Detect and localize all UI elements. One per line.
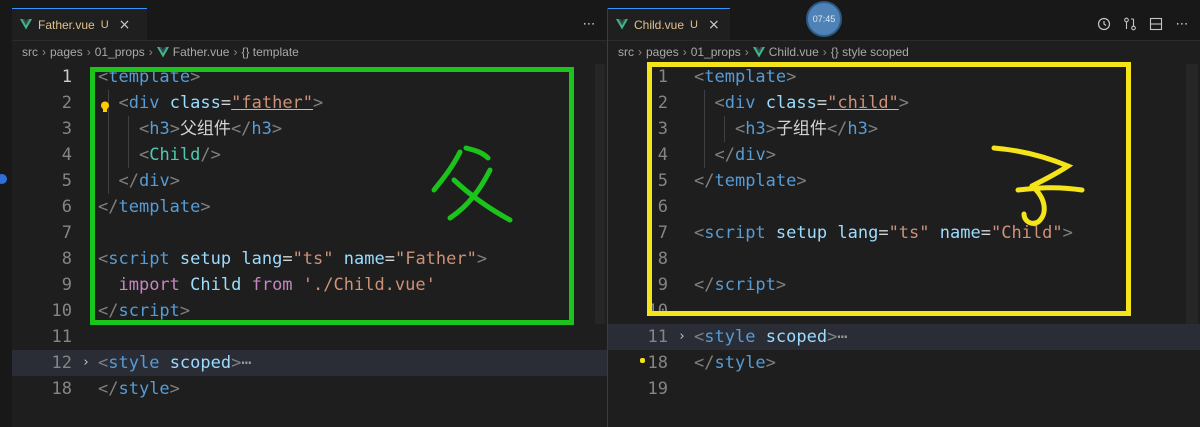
more-actions-icon[interactable]: ⋯ xyxy=(581,16,597,32)
git-status-badge: U xyxy=(690,18,698,31)
chevron-right-icon: › xyxy=(233,45,238,59)
line-number: 11 xyxy=(51,327,72,347)
chevron-right-icon: › xyxy=(42,45,46,59)
fold-chevron-icon[interactable]: › xyxy=(82,350,90,376)
line-number: 18 xyxy=(647,353,668,373)
handwritten-child-annotation: 子 xyxy=(991,145,1085,226)
code-text: <style scoped>⋯ xyxy=(98,353,252,373)
line-number: 1 xyxy=(61,67,72,87)
timeline-icon[interactable] xyxy=(1096,16,1112,32)
code-line[interactable]: 12 › <style scoped>⋯ xyxy=(12,350,607,376)
breadcrumb-item[interactable]: Father.vue xyxy=(156,45,229,59)
chevron-right-icon: › xyxy=(822,45,827,59)
tab-label: Child.vue xyxy=(634,17,685,32)
line-number: 3 xyxy=(61,119,72,139)
code-text: </style> xyxy=(98,379,180,399)
title-bar-strip xyxy=(0,0,1200,8)
tab-label: Father.vue xyxy=(38,17,95,32)
notification-dot-icon xyxy=(0,174,7,184)
line-number: 8 xyxy=(61,249,72,269)
line-number: 6 xyxy=(61,197,72,217)
code-text: <style scoped>⋯ xyxy=(694,327,848,347)
chevron-right-icon: › xyxy=(148,45,153,59)
vue-file-icon xyxy=(752,46,765,57)
tab-father-vue[interactable]: Father.vue U × xyxy=(12,8,147,40)
line-number: 9 xyxy=(61,275,72,295)
code-line[interactable]: 11 xyxy=(12,324,607,350)
line-number: 18 xyxy=(51,379,72,399)
vue-file-icon xyxy=(616,19,628,30)
code-line[interactable]: 19 xyxy=(608,376,1200,402)
line-number: 19 xyxy=(647,379,668,399)
line-number: 5 xyxy=(61,171,72,191)
fold-chevron-icon[interactable]: › xyxy=(678,324,686,350)
breadcrumb-item[interactable]: {} style scoped xyxy=(831,45,909,59)
code-line[interactable]: 18 </style> xyxy=(608,350,1200,376)
breadcrumb-item[interactable]: src xyxy=(618,45,634,59)
breadcrumb-item[interactable]: Child.vue xyxy=(752,45,819,59)
tab-bar-right: Child.vue U × ⋯ xyxy=(608,8,1200,41)
more-actions-icon[interactable]: ⋯ xyxy=(1174,16,1190,32)
handwritten-father-annotation: 父 xyxy=(431,145,513,223)
recording-timer-badge: 07:45 xyxy=(806,1,842,37)
chevron-right-icon: › xyxy=(744,45,749,59)
code-line[interactable]: 18 </style> xyxy=(12,376,607,402)
chevron-right-icon: › xyxy=(638,45,642,59)
vue-file-icon xyxy=(156,46,169,57)
git-status-badge: U xyxy=(100,18,109,31)
annotation-dot xyxy=(640,358,645,363)
breadcrumb-item[interactable]: {} template xyxy=(241,45,298,59)
chevron-right-icon: › xyxy=(86,45,91,59)
line-number: 2 xyxy=(61,93,72,113)
chevron-right-icon: › xyxy=(682,45,687,59)
scrollbar-right[interactable] xyxy=(1186,64,1198,324)
tab-bar-left: Father.vue U × ⋯ xyxy=(12,8,607,41)
breadcrumb: src › pages › 01_props › Child.vue ›{} style sc… xyxy=(608,41,1200,63)
vue-file-icon xyxy=(20,19,32,30)
breadcrumb: src › pages › 01_props › Father.vue ›{} templat… xyxy=(12,41,607,63)
breadcrumb-item[interactable]: pages xyxy=(50,45,83,59)
code-line[interactable]: 11 › <style scoped>⋯ xyxy=(608,324,1200,350)
line-number: 12 xyxy=(51,353,72,373)
line-number: 10 xyxy=(51,301,72,321)
line-number: 4 xyxy=(61,145,72,165)
split-editor-icon[interactable] xyxy=(1148,16,1164,32)
breadcrumb-item[interactable]: src xyxy=(22,45,38,59)
line-number: 11 xyxy=(647,327,668,347)
breadcrumb-item[interactable]: 01_props xyxy=(95,45,145,59)
line-number: 7 xyxy=(61,223,72,243)
close-icon[interactable]: × xyxy=(119,17,131,33)
scrollbar-left[interactable] xyxy=(595,64,605,324)
breadcrumb-item[interactable]: pages xyxy=(646,45,679,59)
tab-child-vue[interactable]: Child.vue U × xyxy=(608,8,730,40)
breadcrumb-item[interactable]: 01_props xyxy=(691,45,741,59)
code-text: </style> xyxy=(694,353,776,373)
open-changes-icon[interactable] xyxy=(1122,16,1138,32)
close-icon[interactable]: × xyxy=(708,17,720,33)
